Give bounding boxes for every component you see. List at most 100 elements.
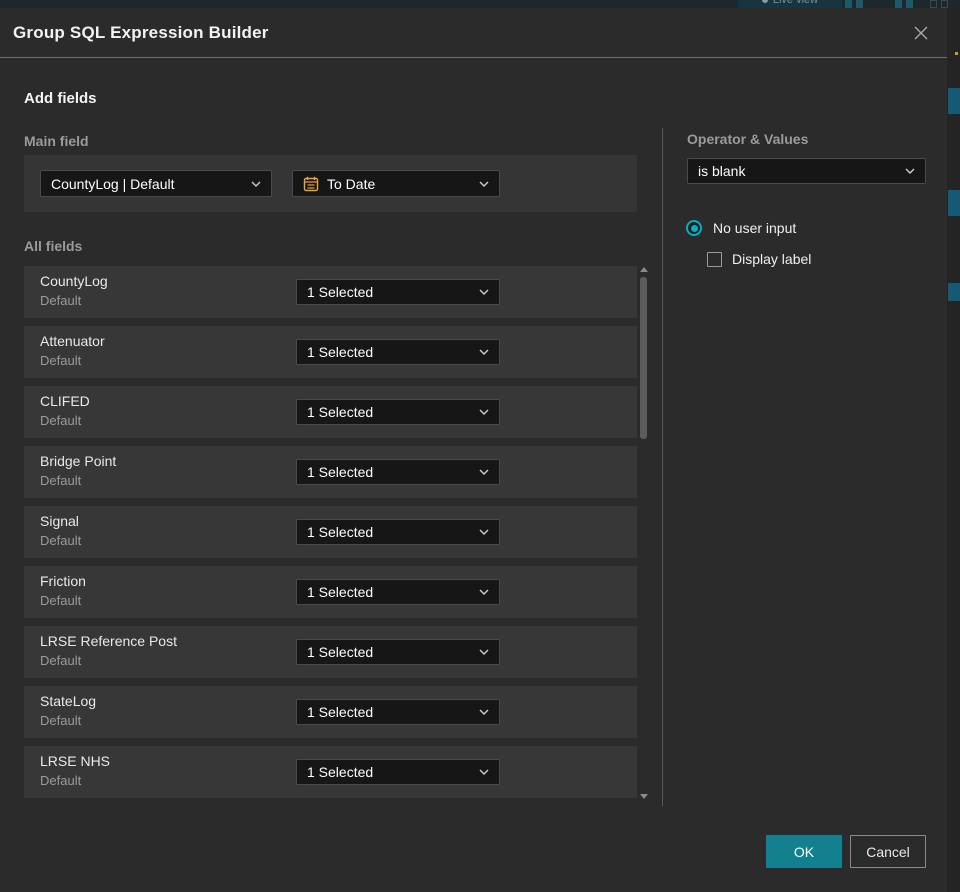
no-user-input-radio[interactable]: No user input bbox=[686, 220, 796, 236]
field-name: CLIFED bbox=[40, 393, 90, 409]
field-row: LRSE Reference Post Default 1 Selected bbox=[24, 626, 637, 678]
chevron-down-icon bbox=[479, 709, 489, 715]
background-panel-button bbox=[948, 190, 960, 216]
all-fields-label: All fields bbox=[24, 238, 83, 254]
field-row: CountyLog Default 1 Selected bbox=[24, 266, 637, 318]
field-values-select-value: 1 Selected bbox=[307, 764, 374, 780]
field-row: LRSE NHS Default 1 Selected bbox=[24, 746, 637, 798]
panel-divider bbox=[662, 128, 663, 806]
operator-select[interactable]: is blank bbox=[687, 158, 926, 184]
group-sql-expression-builder-dialog: Group SQL Expression Builder Add fields … bbox=[0, 8, 947, 892]
live-view-dot-icon bbox=[761, 0, 768, 3]
live-view-button[interactable]: Live view bbox=[738, 0, 842, 8]
field-values-select-value: 1 Selected bbox=[307, 464, 374, 480]
all-fields-list: CountyLog Default 1 Selected Attenuator … bbox=[24, 266, 637, 806]
field-values-select[interactable]: 1 Selected bbox=[296, 519, 500, 545]
close-icon bbox=[914, 26, 928, 40]
field-values-select[interactable]: 1 Selected bbox=[296, 459, 500, 485]
field-row: CLIFED Default 1 Selected bbox=[24, 386, 637, 438]
chevron-down-icon bbox=[479, 589, 489, 595]
chevron-down-icon bbox=[905, 168, 915, 174]
field-values-select[interactable]: 1 Selected bbox=[296, 759, 500, 785]
display-label-label: Display label bbox=[732, 251, 812, 267]
field-values-select[interactable]: 1 Selected bbox=[296, 279, 500, 305]
field-values-select[interactable]: 1 Selected bbox=[296, 639, 500, 665]
field-subtitle: Default bbox=[40, 653, 82, 668]
pause-bar-icon bbox=[941, 0, 948, 8]
field-values-select-value: 1 Selected bbox=[307, 344, 374, 360]
pause-bar-icon bbox=[845, 0, 852, 8]
main-field-select-value: CountyLog | Default bbox=[51, 175, 175, 192]
field-values-select-value: 1 Selected bbox=[307, 524, 374, 540]
main-field-panel: CountyLog | Default To Date bbox=[24, 155, 637, 212]
field-name: Signal bbox=[40, 513, 79, 529]
chevron-down-icon bbox=[479, 349, 489, 355]
field-name: LRSE Reference Post bbox=[40, 633, 177, 649]
add-fields-heading: Add fields bbox=[24, 90, 97, 107]
chevron-down-icon bbox=[479, 289, 489, 295]
pause-bar-icon bbox=[906, 0, 913, 8]
field-name: Attenuator bbox=[40, 333, 105, 349]
field-values-select-value: 1 Selected bbox=[307, 584, 374, 600]
field-subtitle: Default bbox=[40, 773, 82, 788]
scrollbar-thumb[interactable] bbox=[640, 277, 647, 439]
field-values-select-value: 1 Selected bbox=[307, 644, 374, 660]
pause-bar-icon bbox=[930, 0, 937, 8]
field-name: Bridge Point bbox=[40, 453, 117, 469]
chevron-down-icon bbox=[479, 529, 489, 535]
radio-selected-icon bbox=[686, 220, 702, 236]
live-view-label: Live view bbox=[772, 0, 819, 6]
field-values-select-value: 1 Selected bbox=[307, 704, 374, 720]
ok-button[interactable]: OK bbox=[766, 835, 842, 868]
field-name: StateLog bbox=[40, 693, 97, 709]
chevron-down-icon bbox=[479, 181, 489, 187]
field-values-select[interactable]: 1 Selected bbox=[296, 699, 500, 725]
field-values-select[interactable]: 1 Selected bbox=[296, 579, 500, 605]
chevron-down-icon bbox=[479, 649, 489, 655]
field-subtitle: Default bbox=[40, 533, 82, 548]
calendar-icon bbox=[303, 176, 319, 191]
field-row: StateLog Default 1 Selected bbox=[24, 686, 637, 738]
dialog-title: Group SQL Expression Builder bbox=[13, 22, 269, 42]
no-user-input-label: No user input bbox=[713, 220, 797, 236]
scrollbar-up-icon[interactable] bbox=[640, 267, 648, 272]
field-values-select[interactable]: 1 Selected bbox=[296, 339, 500, 365]
field-values-select-value: 1 Selected bbox=[307, 404, 374, 420]
field-row: Bridge Point Default 1 Selected bbox=[24, 446, 637, 498]
date-type-select[interactable]: To Date bbox=[292, 170, 500, 197]
scrollbar-down-icon[interactable] bbox=[640, 794, 648, 799]
pause-bar-icon bbox=[895, 0, 902, 8]
chevron-down-icon bbox=[479, 409, 489, 415]
field-row: Attenuator Default 1 Selected bbox=[24, 326, 637, 378]
main-field-select[interactable]: CountyLog | Default bbox=[40, 170, 272, 197]
field-subtitle: Default bbox=[40, 353, 82, 368]
field-row: Signal Default 1 Selected bbox=[24, 506, 637, 558]
main-field-label: Main field bbox=[24, 133, 89, 149]
chevron-down-icon bbox=[479, 769, 489, 775]
display-label-checkbox[interactable]: Display label bbox=[707, 251, 811, 267]
date-type-select-value: To Date bbox=[327, 175, 376, 192]
field-subtitle: Default bbox=[40, 473, 82, 488]
field-values-select[interactable]: 1 Selected bbox=[296, 399, 500, 425]
field-name: LRSE NHS bbox=[40, 753, 111, 769]
background-app-right-strip bbox=[947, 8, 960, 892]
field-name: CountyLog bbox=[40, 273, 108, 289]
checkbox-unchecked-icon bbox=[707, 251, 722, 267]
pause-bar-icon bbox=[856, 0, 863, 8]
cancel-button[interactable]: Cancel bbox=[850, 835, 926, 868]
field-subtitle: Default bbox=[40, 413, 82, 428]
background-panel-button bbox=[948, 88, 960, 114]
operator-values-label: Operator & Values bbox=[687, 131, 809, 147]
field-values-select-value: 1 Selected bbox=[307, 284, 374, 300]
chevron-down-icon bbox=[479, 469, 489, 475]
dialog-header: Group SQL Expression Builder bbox=[0, 8, 947, 58]
field-subtitle: Default bbox=[40, 593, 82, 608]
operator-select-value: is blank bbox=[698, 163, 746, 179]
field-name: Friction bbox=[40, 573, 86, 589]
chevron-down-icon bbox=[251, 181, 261, 187]
field-row: Friction Default 1 Selected bbox=[24, 566, 637, 618]
background-app-top-strip: Live view bbox=[0, 0, 960, 8]
close-button[interactable] bbox=[909, 21, 933, 45]
background-panel-button bbox=[948, 283, 960, 301]
field-subtitle: Default bbox=[40, 713, 82, 728]
